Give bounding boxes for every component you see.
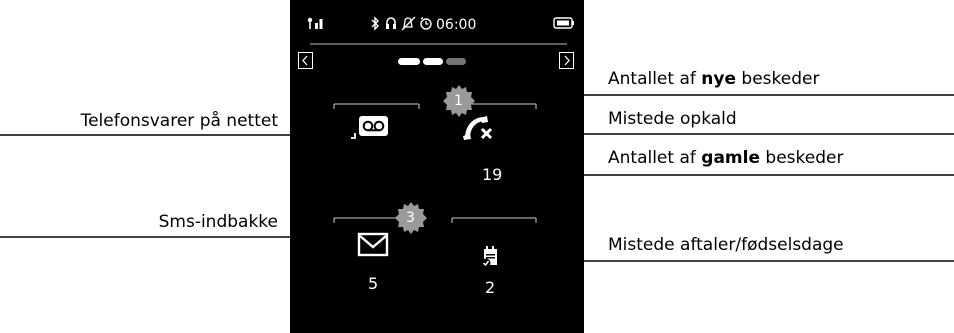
old-messages-label: Antallet af gamle beskeder <box>608 148 844 168</box>
voicemail-icon[interactable] <box>350 114 398 140</box>
missed-appointments-label: Mistede aftaler/fødselsdage <box>608 235 844 255</box>
envelope-icon[interactable] <box>357 232 389 258</box>
new-messages-count: 1 <box>454 93 463 109</box>
missed-calls-label: Mistede opkald <box>608 109 737 129</box>
calendar-check-icon[interactable] <box>481 246 499 268</box>
network-voicemail-label: Telefonsvarer på nettet <box>80 111 278 131</box>
new-messages-label: Antallet af nye beskeder <box>608 69 820 89</box>
sms-new-count: 3 <box>406 210 415 226</box>
sms-count: 5 <box>368 274 379 293</box>
missed-call-icon[interactable] <box>462 114 496 142</box>
appointments-count: 2 <box>485 278 496 297</box>
old-messages-count: 19 <box>482 165 503 184</box>
sms-inbox-label: Sms-indbakke <box>158 212 278 232</box>
